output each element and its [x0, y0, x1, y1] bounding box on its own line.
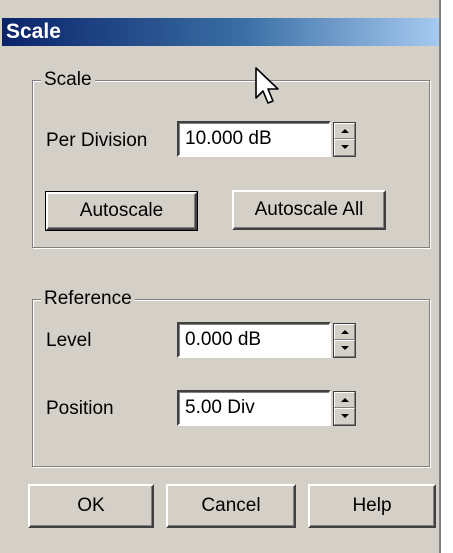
title-bar[interactable]: Scale	[2, 18, 439, 46]
scale-group-label: Scale	[41, 69, 95, 91]
arrow-down-icon	[341, 145, 349, 149]
arrow-up-icon	[341, 398, 349, 402]
arrow-down-icon	[341, 414, 349, 418]
position-input[interactable]: 5.00 Div	[177, 390, 331, 426]
level-down-button[interactable]	[334, 340, 355, 357]
level-up-button[interactable]	[334, 324, 355, 340]
scale-dialog: Scale Scale Per Division 10.000 dB Autos…	[0, 0, 441, 553]
position-spinner[interactable]	[333, 391, 356, 426]
window-title: Scale	[6, 20, 61, 43]
per-division-down-button[interactable]	[334, 139, 355, 156]
ok-button[interactable]: OK	[28, 484, 154, 528]
mouse-pointer-icon	[255, 67, 279, 104]
level-spinner[interactable]	[333, 323, 356, 358]
per-division-up-button[interactable]	[334, 123, 355, 139]
per-division-spinner[interactable]	[333, 122, 356, 157]
reference-group-label: Reference	[41, 288, 135, 310]
level-label: Level	[46, 330, 92, 351]
help-button[interactable]: Help	[308, 484, 436, 528]
autoscale-all-button[interactable]: Autoscale All	[232, 190, 386, 230]
per-division-input[interactable]: 10.000 dB	[177, 121, 331, 157]
arrow-down-icon	[341, 346, 349, 350]
cancel-button[interactable]: Cancel	[166, 484, 296, 528]
level-input[interactable]: 0.000 dB	[177, 322, 331, 358]
arrow-up-icon	[341, 330, 349, 334]
per-division-label: Per Division	[46, 130, 148, 151]
position-down-button[interactable]	[334, 408, 355, 425]
position-label: Position	[46, 398, 114, 419]
arrow-up-icon	[341, 129, 349, 133]
position-up-button[interactable]	[334, 392, 355, 408]
autoscale-button[interactable]: Autoscale	[45, 191, 198, 231]
